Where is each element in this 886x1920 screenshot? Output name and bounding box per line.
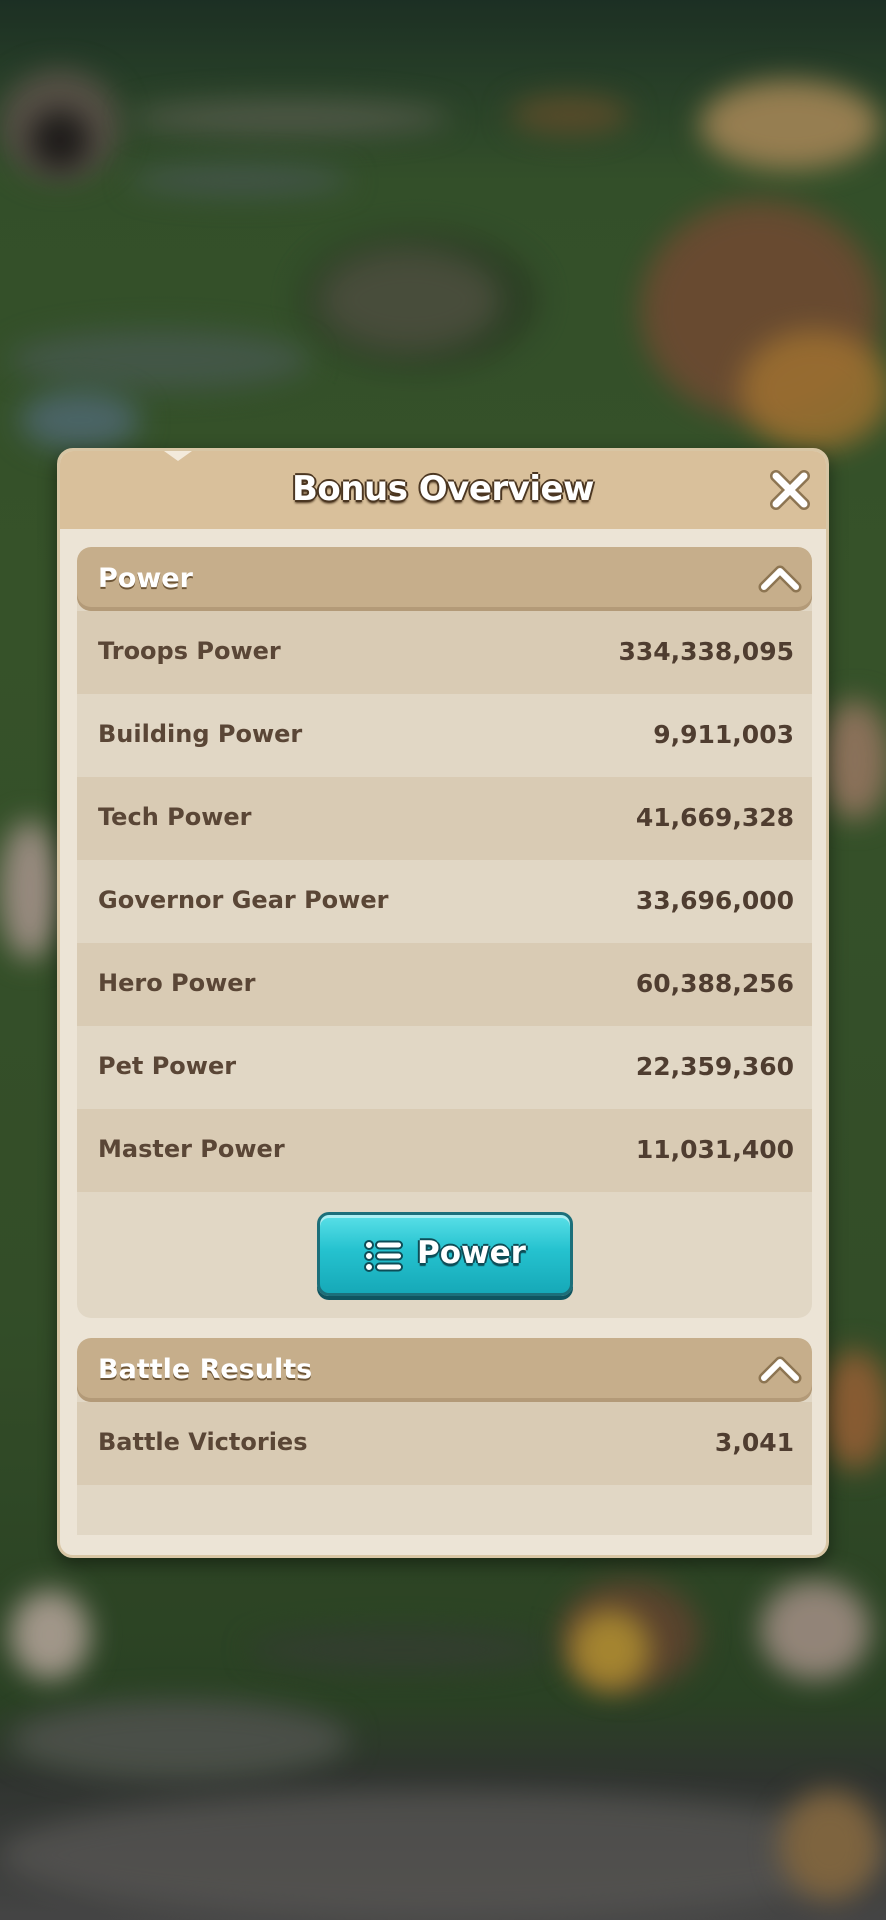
stat-label: Tech Power <box>98 803 252 831</box>
power-button-label: Power <box>417 1235 526 1271</box>
stat-label: Hero Power <box>98 969 256 997</box>
stat-row-troops-power: Troops Power 334,338,095 <box>77 611 812 694</box>
stat-value: 22,359,360 <box>635 1052 794 1081</box>
list-icon <box>364 1240 403 1272</box>
bonus-overview-dialog: Bonus Overview Power Troops Power 334,33… <box>57 448 829 1558</box>
chevron-up-icon <box>758 565 802 593</box>
stat-value: 9,911,003 <box>653 720 794 749</box>
stat-label: Building Power <box>98 720 303 748</box>
close-x-icon <box>770 470 810 510</box>
stat-value: 33,696,000 <box>635 886 794 915</box>
stat-row-hero-power: Hero Power 60,388,256 <box>77 943 812 1026</box>
stat-row-governor-gear-power: Governor Gear Power 33,696,000 <box>77 860 812 943</box>
dialog-title: Bonus Overview <box>292 469 594 509</box>
overview-scroll-area[interactable]: Power Troops Power 334,338,095 Building … <box>77 547 812 1535</box>
stat-row-battle-victories: Battle Victories 3,041 <box>77 1402 812 1485</box>
power-details-button[interactable]: Power <box>317 1212 573 1296</box>
stat-row-pet-power: Pet Power 22,359,360 <box>77 1026 812 1109</box>
stat-row-partially-hidden <box>77 1485 812 1535</box>
stat-value: 11,031,400 <box>635 1135 794 1164</box>
stat-row-master-power: Master Power 11,031,400 <box>77 1109 812 1192</box>
section-title: Battle Results <box>98 1354 313 1385</box>
stat-label: Pet Power <box>98 1052 237 1080</box>
chevron-up-icon <box>758 1356 802 1384</box>
battle-results-section: Battle Results Battle Victories 3,041 <box>77 1338 812 1535</box>
stat-row-building-power: Building Power 9,911,003 <box>77 694 812 777</box>
stat-row-tech-power: Tech Power 41,669,328 <box>77 777 812 860</box>
stat-label: Battle Victories <box>98 1428 308 1456</box>
stat-value: 60,388,256 <box>635 969 794 998</box>
stat-label: Master Power <box>98 1135 285 1163</box>
power-section: Power Troops Power 334,338,095 Building … <box>77 547 812 1318</box>
stat-value: 334,338,095 <box>618 637 794 666</box>
dialog-header: Bonus Overview <box>60 451 826 529</box>
section-title: Power <box>98 563 193 594</box>
stat-value: 41,669,328 <box>635 803 794 832</box>
battle-results-section-header[interactable]: Battle Results <box>77 1338 812 1402</box>
stat-value: 3,041 <box>714 1428 794 1457</box>
power-section-header[interactable]: Power <box>77 547 812 611</box>
stat-label: Troops Power <box>98 637 281 665</box>
power-button-area: Power <box>77 1192 812 1318</box>
stat-label: Governor Gear Power <box>98 886 389 914</box>
header-notch-decoration <box>164 451 192 461</box>
close-button[interactable] <box>768 468 812 512</box>
